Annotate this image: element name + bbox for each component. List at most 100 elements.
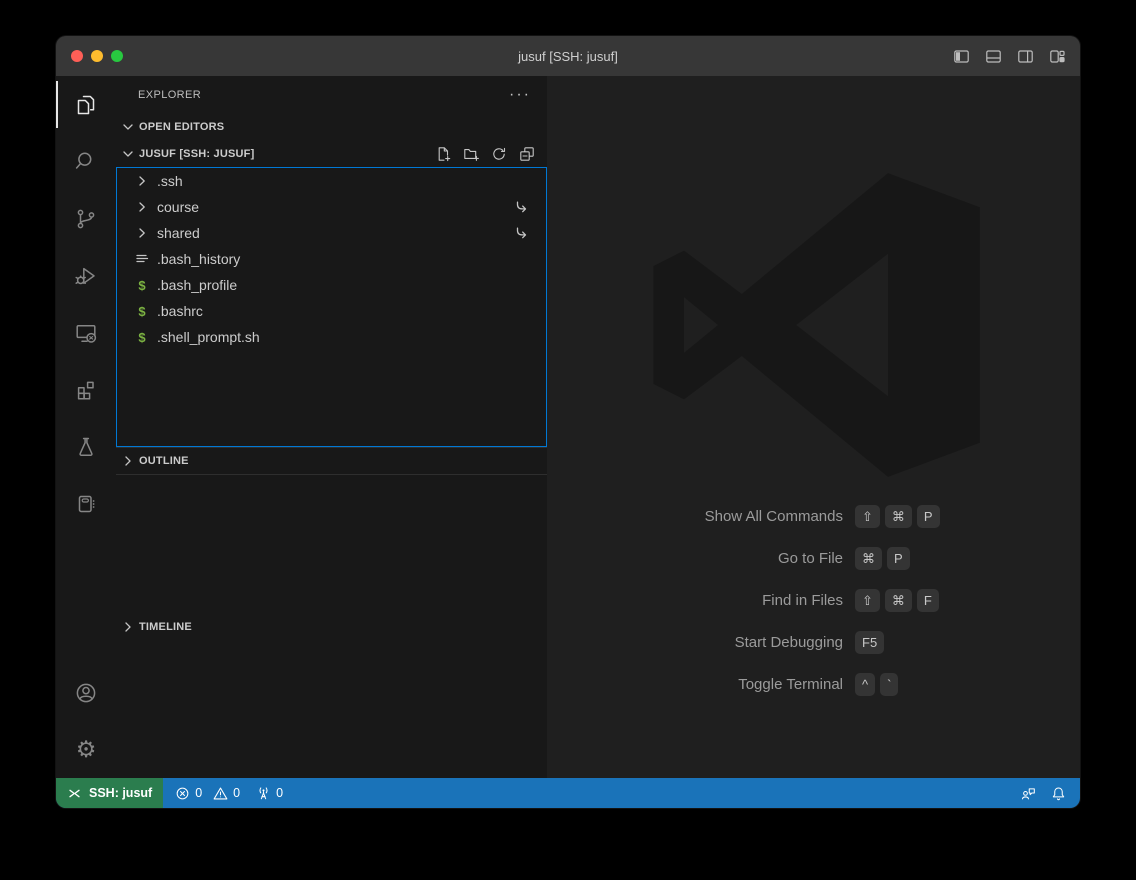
editor-area: Show All Commands ⇧ ⌘ P Go to File ⌘ P F (547, 76, 1080, 778)
tree-item-shared[interactable]: shared (117, 220, 546, 246)
chevron-right-icon (134, 225, 150, 241)
new-file-icon[interactable] (435, 146, 451, 162)
shortcut-keys: ⇧ ⌘ P (855, 505, 940, 528)
outline-label: OUTLINE (139, 455, 189, 467)
extensions-icon[interactable] (56, 361, 116, 418)
vscode-watermark-logo (650, 170, 990, 480)
errors-icon (175, 786, 190, 801)
keycap: ^ (855, 673, 875, 696)
watermark-shortcuts: Show All Commands ⇧ ⌘ P Go to File ⌘ P F (547, 502, 1080, 712)
tree-item-shell-prompt[interactable]: $ .shell_prompt.sh (117, 324, 546, 350)
toggle-panel-icon[interactable] (985, 48, 1002, 65)
shell-script-icon: $ (134, 304, 150, 319)
testing-icon[interactable] (56, 418, 116, 475)
chevron-down-icon (120, 146, 136, 162)
remote-label: SSH: jusuf (89, 786, 152, 800)
workspace-label: JUSUF [SSH: JUSUF] (139, 148, 254, 160)
file-name: .shell_prompt.sh (157, 329, 260, 345)
shortcut-label: Find in Files (547, 592, 843, 609)
ports-indicator[interactable]: 0 (256, 786, 283, 801)
run-and-debug-icon[interactable] (56, 247, 116, 304)
shortcut-keys: ⇧ ⌘ F (855, 589, 939, 612)
new-folder-icon[interactable] (463, 146, 479, 162)
sidebar-title: EXPLORER (138, 89, 201, 101)
keycap: ⌘ (855, 547, 882, 570)
close-window-button[interactable] (71, 50, 83, 62)
title-bar: jusuf [SSH: jusuf] (56, 36, 1080, 76)
file-name: .bash_profile (157, 277, 237, 293)
warnings-icon (213, 786, 228, 801)
status-bar-right (1021, 786, 1080, 801)
status-bar: SSH: jusuf 0 0 0 (56, 778, 1080, 808)
folder-name: course (157, 199, 199, 215)
tree-item-course[interactable]: course (117, 194, 546, 220)
window-title: jusuf [SSH: jusuf] (518, 49, 618, 64)
activity-bar: ⚙ (56, 76, 116, 778)
outline-section-header[interactable]: OUTLINE (116, 447, 547, 474)
warning-count: 0 (233, 786, 240, 800)
timeline-section-header[interactable]: TIMELINE (116, 474, 547, 778)
sidebar-header: EXPLORER ··· (116, 76, 547, 113)
open-editors-section-header[interactable]: OPEN EDITORS (116, 113, 547, 140)
shortcut-row: Start Debugging F5 (547, 628, 1080, 656)
chevron-right-icon (120, 453, 136, 469)
keycap: P (887, 547, 910, 570)
keycap: P (917, 505, 940, 528)
zoom-window-button[interactable] (111, 50, 123, 62)
traffic-lights (71, 50, 123, 62)
shortcut-row: Go to File ⌘ P (547, 544, 1080, 572)
feedback-icon[interactable] (1021, 786, 1036, 801)
explorer-icon[interactable] (56, 76, 116, 133)
toggle-secondary-sidebar-icon[interactable] (1017, 48, 1034, 65)
shortcut-label: Go to File (547, 550, 843, 567)
remote-explorer-icon[interactable] (56, 304, 116, 361)
error-count: 0 (195, 786, 202, 800)
keycap: ⌘ (885, 505, 912, 528)
search-icon[interactable] (56, 133, 116, 190)
shell-script-icon: $ (134, 278, 150, 293)
account-icon[interactable] (56, 664, 116, 721)
file-name: .bashrc (157, 303, 203, 319)
chevron-down-icon (120, 119, 136, 135)
keycap: ⇧ (855, 505, 880, 528)
tree-item-bash-profile[interactable]: $ .bash_profile (117, 272, 546, 298)
explorer-sidebar: EXPLORER ··· OPEN EDITORS JUSUF [SSH: JU… (116, 76, 547, 778)
shortcut-row: Toggle Terminal ^ ` (547, 670, 1080, 698)
minimize-window-button[interactable] (91, 50, 103, 62)
symlink-arrow-icon (513, 199, 529, 215)
notifications-bell-icon[interactable] (1051, 786, 1066, 801)
workspace-section-header[interactable]: JUSUF [SSH: JUSUF] (116, 140, 547, 167)
shortcut-keys: F5 (855, 631, 884, 654)
shortcut-row: Find in Files ⇧ ⌘ F (547, 586, 1080, 614)
keycap: ` (880, 673, 898, 696)
shortcut-label: Show All Commands (547, 508, 843, 525)
notebook-icon[interactable] (56, 475, 116, 532)
toggle-primary-sidebar-icon[interactable] (953, 48, 970, 65)
shortcut-keys: ⌘ P (855, 547, 910, 570)
source-control-icon[interactable] (56, 190, 116, 247)
remote-indicator[interactable]: SSH: jusuf (56, 778, 163, 808)
folder-name: shared (157, 225, 200, 241)
tree-item-bash-history[interactable]: .bash_history (117, 246, 546, 272)
radio-tower-icon (256, 786, 271, 801)
refresh-icon[interactable] (491, 146, 507, 162)
folder-name: .ssh (157, 173, 183, 189)
ports-count: 0 (276, 786, 283, 800)
keycap: ⇧ (855, 589, 880, 612)
settings-gear-icon[interactable]: ⚙ (56, 721, 116, 778)
file-tree: .ssh course shared .bash_history (116, 167, 547, 447)
tree-item-bashrc[interactable]: $ .bashrc (117, 298, 546, 324)
shortcut-row: Show All Commands ⇧ ⌘ P (547, 502, 1080, 530)
remote-icon (67, 786, 82, 801)
shortcut-label: Start Debugging (547, 634, 843, 651)
tree-item-ssh[interactable]: .ssh (117, 168, 546, 194)
problems-indicator[interactable]: 0 0 (175, 786, 240, 801)
file-name: .bash_history (157, 251, 240, 267)
chevron-right-icon (120, 619, 136, 635)
collapse-folders-icon[interactable] (519, 146, 535, 162)
more-actions-icon[interactable]: ··· (509, 90, 531, 100)
text-file-icon (134, 251, 150, 267)
symlink-arrow-icon (513, 225, 529, 241)
timeline-label: TIMELINE (139, 621, 192, 633)
customize-layout-icon[interactable] (1049, 48, 1066, 65)
